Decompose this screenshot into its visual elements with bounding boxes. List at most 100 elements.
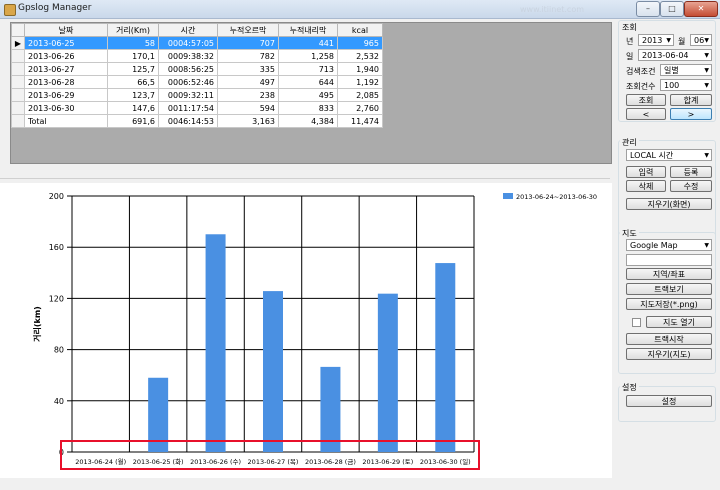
- cell-ascent[interactable]: 707: [217, 36, 279, 50]
- cell-descent[interactable]: 1,258: [278, 49, 338, 63]
- cell-descent[interactable]: 833: [278, 101, 338, 115]
- minimize-button[interactable]: –: [636, 1, 660, 17]
- cell-date[interactable]: 2013-06-25: [24, 36, 108, 50]
- column-header-ascent[interactable]: 누적오르막: [217, 23, 279, 37]
- close-button[interactable]: ✕: [684, 1, 718, 17]
- column-header-kcal[interactable]: kcal: [337, 23, 383, 37]
- cell-ascent[interactable]: 594: [217, 101, 279, 115]
- cell-time[interactable]: 0011:17:54: [158, 101, 218, 115]
- open-map-checkbox[interactable]: [632, 318, 641, 327]
- splitter[interactable]: [0, 178, 610, 179]
- prev-button[interactable]: <: [626, 108, 666, 120]
- grid-header-row: 날짜 거리(Km) 시간 누적오르막 누적내리막 kcal: [11, 23, 383, 37]
- month-label: 월: [678, 37, 686, 46]
- track-view-button[interactable]: 트랙보기: [626, 283, 712, 295]
- row-header[interactable]: [11, 49, 25, 63]
- next-button[interactable]: >: [670, 108, 712, 120]
- cell-distance[interactable]: 147,6: [107, 101, 159, 115]
- cell-distance[interactable]: 691,6: [107, 114, 159, 128]
- row-header[interactable]: [11, 114, 25, 128]
- cell-distance[interactable]: 170,1: [107, 49, 159, 63]
- cell-ascent[interactable]: 3,163: [217, 114, 279, 128]
- cell-date[interactable]: 2013-06-28: [24, 75, 108, 89]
- cell-descent[interactable]: 495: [278, 88, 338, 102]
- cell-kcal[interactable]: 1,192: [337, 75, 383, 89]
- settings-button[interactable]: 설정: [626, 395, 712, 407]
- maximize-button[interactable]: □: [660, 1, 684, 17]
- cell-distance[interactable]: 125,7: [107, 62, 159, 76]
- cell-date[interactable]: 2013-06-27: [24, 62, 108, 76]
- y-tick-label: 200: [49, 192, 64, 201]
- cell-ascent[interactable]: 497: [217, 75, 279, 89]
- current-row-indicator[interactable]: ▶: [11, 36, 25, 50]
- cell-distance[interactable]: 58: [107, 36, 159, 50]
- table-row[interactable]: 2013-06-30 147,6 0011:17:54 594 833 2,760: [11, 101, 383, 115]
- settings-group-label: 설정: [620, 382, 639, 393]
- map-provider-select[interactable]: Google Map ▼: [626, 239, 712, 251]
- cell-distance[interactable]: 66,5: [107, 75, 159, 89]
- cell-time[interactable]: 0006:52:46: [158, 75, 218, 89]
- cell-kcal[interactable]: 1,940: [337, 62, 383, 76]
- cell-date[interactable]: 2013-06-29: [24, 88, 108, 102]
- edit-button[interactable]: 수정: [670, 180, 712, 192]
- cell-kcal[interactable]: 2,760: [337, 101, 383, 115]
- row-header[interactable]: [11, 62, 25, 76]
- clear-map-button[interactable]: 지우기(지도): [626, 348, 712, 360]
- cell-time[interactable]: 0008:56:25: [158, 62, 218, 76]
- map-location-input[interactable]: [626, 254, 712, 266]
- cell-kcal[interactable]: 11,474: [337, 114, 383, 128]
- cell-kcal[interactable]: 965: [337, 36, 383, 50]
- cell-ascent[interactable]: 335: [217, 62, 279, 76]
- cell-date[interactable]: 2013-06-26: [24, 49, 108, 63]
- cell-time[interactable]: 0009:32:11: [158, 88, 218, 102]
- cell-descent[interactable]: 713: [278, 62, 338, 76]
- distance-chart: 0 40 80 120 160 200 2013-06-24 (월) 2013-06-25 (…: [0, 183, 612, 478]
- region-button[interactable]: 지역/좌표: [626, 268, 712, 280]
- input-button[interactable]: 입력: [626, 166, 666, 178]
- cell-descent[interactable]: 644: [278, 75, 338, 89]
- table-row[interactable]: Total 691,6 0046:14:53 3,163 4,384 11,474: [11, 114, 383, 128]
- delete-button[interactable]: 삭제: [626, 180, 666, 192]
- cell-descent[interactable]: 4,384: [278, 114, 338, 128]
- time-zone-select[interactable]: LOCAL 시간 ▼: [626, 149, 712, 161]
- row-header[interactable]: [11, 101, 25, 115]
- cell-date[interactable]: Total: [24, 114, 108, 128]
- legend-swatch: [503, 193, 513, 199]
- cell-kcal[interactable]: 2,085: [337, 88, 383, 102]
- data-grid[interactable]: 날짜 거리(Km) 시간 누적오르막 누적내리막 kcal ▶ 2013-06-2…: [11, 23, 383, 128]
- table-row[interactable]: 2013-06-26 170,1 0009:38:32 782 1,258 2,532: [11, 49, 383, 63]
- cell-time[interactable]: 0004:57:05: [158, 36, 218, 50]
- column-header-time[interactable]: 시간: [158, 23, 218, 37]
- year-select[interactable]: 2013 ▼: [638, 34, 674, 46]
- cell-ascent[interactable]: 782: [217, 49, 279, 63]
- sum-button[interactable]: 합계: [670, 94, 712, 106]
- column-header-date[interactable]: 날짜: [24, 23, 108, 37]
- cell-time[interactable]: 0046:14:53: [158, 114, 218, 128]
- track-start-button[interactable]: 트랙시작: [626, 333, 712, 345]
- row-header[interactable]: [11, 75, 25, 89]
- condition-select[interactable]: 일별 ▼: [660, 64, 712, 76]
- cell-date[interactable]: 2013-06-30: [24, 101, 108, 115]
- cell-time[interactable]: 0009:38:32: [158, 49, 218, 63]
- table-row[interactable]: 2013-06-28 66,5 0006:52:46 497 644 1,192: [11, 75, 383, 89]
- y-tick-label: 40: [54, 397, 64, 406]
- day-picker[interactable]: 2013-06-04 ▼: [638, 49, 712, 61]
- query-button[interactable]: 조회: [626, 94, 666, 106]
- row-header[interactable]: [11, 88, 25, 102]
- clear-screen-button[interactable]: 지우기(화면): [626, 198, 712, 210]
- table-row[interactable]: ▶ 2013-06-25 58 0004:57:05 707 441 965: [11, 36, 383, 50]
- column-header-distance[interactable]: 거리(Km): [107, 23, 159, 37]
- cell-kcal[interactable]: 2,532: [337, 49, 383, 63]
- open-map-button[interactable]: 지도 열기: [646, 316, 712, 328]
- table-row[interactable]: 2013-06-27 125,7 0008:56:25 335 713 1,940: [11, 62, 383, 76]
- save-map-button[interactable]: 지도저장(*.png): [626, 298, 712, 310]
- cell-distance[interactable]: 123,7: [107, 88, 159, 102]
- app-icon: [4, 4, 16, 16]
- cell-descent[interactable]: 441: [278, 36, 338, 50]
- month-select[interactable]: 06 ▼: [690, 34, 712, 46]
- column-header-descent[interactable]: 누적내리막: [278, 23, 338, 37]
- count-select[interactable]: 100 ▼: [660, 79, 712, 91]
- register-button[interactable]: 등록: [670, 166, 712, 178]
- table-row[interactable]: 2013-06-29 123,7 0009:32:11 238 495 2,085: [11, 88, 383, 102]
- cell-ascent[interactable]: 238: [217, 88, 279, 102]
